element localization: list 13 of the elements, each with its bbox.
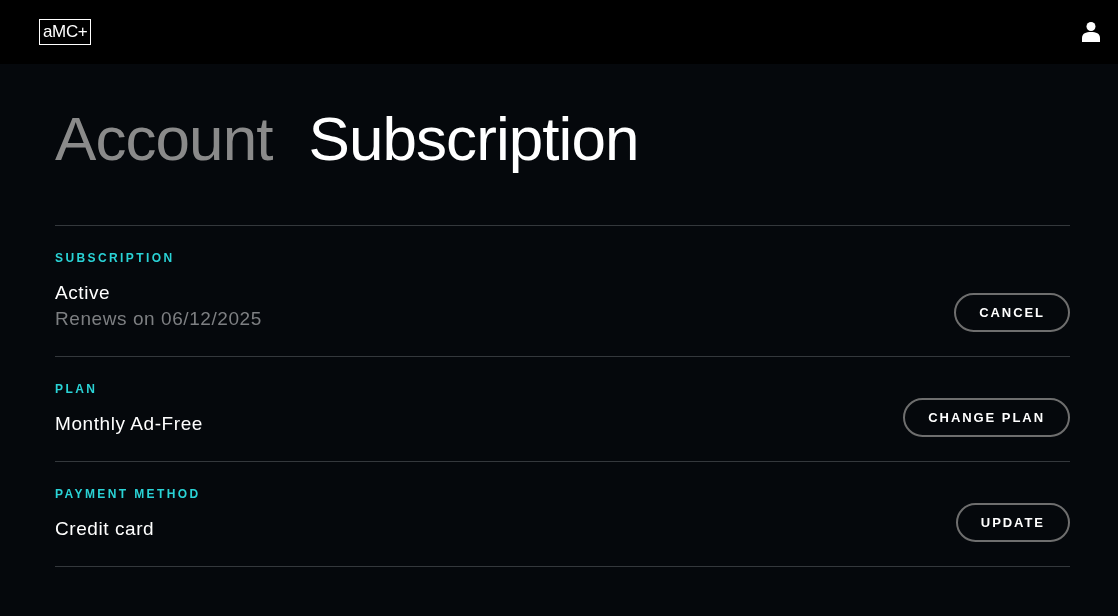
renewal-date: Renews on 06/12/2025 [55, 307, 262, 331]
action-button[interactable]: CHANGE PLAN [903, 398, 1070, 437]
user-icon[interactable] [1082, 22, 1100, 42]
section-value: Credit card [55, 517, 156, 541]
action-button[interactable]: CANCEL [954, 293, 1070, 332]
section-value: Active [55, 281, 112, 305]
breadcrumb-link[interactable]: Account [55, 108, 273, 170]
section-heading: PAYMENT METHOD [55, 486, 201, 502]
action-button[interactable]: UPDATE [955, 503, 1070, 542]
logo[interactable]: aMC+ [39, 19, 92, 45]
section-value: Monthly Ad-Free [55, 412, 203, 436]
section-heading: PLAN [55, 381, 99, 397]
section-heading: SUBSCRIPTION [55, 250, 176, 266]
